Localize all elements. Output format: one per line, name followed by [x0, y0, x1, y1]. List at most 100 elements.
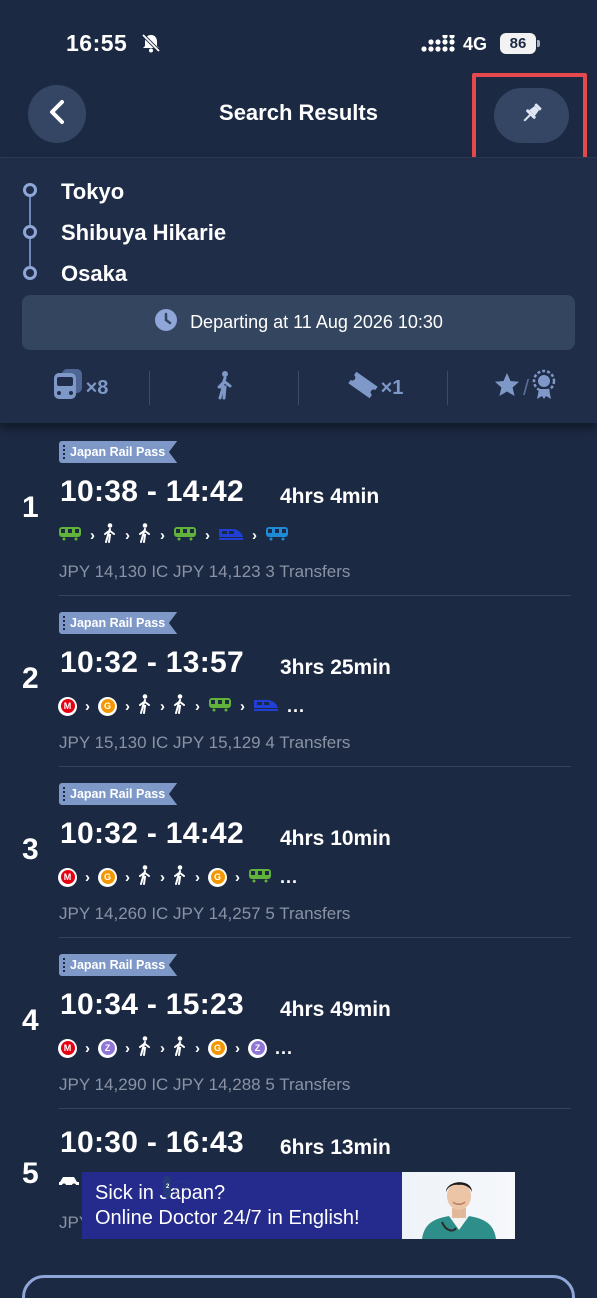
- ad-banner[interactable]: Sick in Japan? Online Doctor 24/7 in Eng…: [82, 1172, 515, 1239]
- jr-train-icon: [248, 867, 272, 888]
- stop-dot-destination: [23, 266, 37, 280]
- result-time: 10:32 - 13:57: [60, 646, 245, 679]
- signal-icon: [421, 33, 455, 58]
- fare-count: ×1: [380, 376, 404, 399]
- walking-icon: [138, 522, 152, 548]
- metro-line-badge: M: [58, 696, 77, 716]
- result-duration: 3hrs 25min: [280, 656, 391, 679]
- result-index: 5: [22, 1157, 39, 1190]
- stop-origin[interactable]: Tokyo: [61, 179, 124, 205]
- filter-divider: [298, 371, 299, 405]
- filter-divider: [149, 371, 150, 405]
- route-legs: M › Z › › › G › Z ...: [58, 1035, 294, 1061]
- chevron-right-icon: ›: [195, 1039, 200, 1057]
- departure-time-button[interactable]: Departing at 11 Aug 2026 10:30: [22, 295, 575, 350]
- walking-icon: [138, 864, 152, 890]
- filter-fare[interactable]: ×1: [325, 363, 425, 413]
- result-time: 10:30 - 16:43: [60, 1126, 245, 1159]
- shinkansen-icon: [253, 696, 279, 717]
- stop-dot-via: [23, 225, 37, 239]
- filter-divider: [447, 371, 448, 405]
- result-card[interactable]: Japan Rail Pass 3 10:32 - 14:42 4hrs 10m…: [0, 767, 597, 938]
- ad-line-1: Sick in Japan?: [95, 1182, 226, 1204]
- result-index: 4: [22, 1004, 39, 1037]
- result-time: 10:32 - 14:42: [60, 817, 245, 850]
- result-duration: 4hrs 10min: [280, 827, 391, 850]
- walking-icon: [138, 693, 152, 719]
- filter-walk[interactable]: [175, 363, 275, 413]
- walking-icon: [173, 693, 187, 719]
- svg-text:DOCTOR: DOCTOR: [174, 1185, 192, 1190]
- ad-line-2: Online Doctor 24/7 in English!: [95, 1207, 360, 1229]
- result-time: 10:34 - 15:23: [60, 988, 245, 1021]
- bell-slash-icon: [140, 33, 162, 58]
- route-summary: Tokyo Shibuya Hikarie Osaka Departing at…: [0, 158, 597, 423]
- walking-icon: [138, 1035, 152, 1061]
- train-icon: [52, 367, 84, 409]
- result-duration: 6hrs 13min: [280, 1136, 391, 1159]
- more-legs: ...: [287, 695, 306, 716]
- jr-pass-badge: Japan Rail Pass: [59, 441, 178, 463]
- hanzomon-line-badge: Z: [98, 1038, 117, 1058]
- bottom-card[interactable]: [22, 1275, 575, 1298]
- route-legs: M › G › › › G › ...: [58, 864, 298, 890]
- walking-icon: [173, 1035, 187, 1061]
- ad-text: Sick in Japan? Online Doctor 24/7 in Eng…: [95, 1181, 360, 1231]
- filter-separator: /: [522, 375, 530, 400]
- chevron-right-icon: ›: [125, 868, 130, 886]
- transport-count: ×8: [85, 376, 109, 399]
- chevron-right-icon: ›: [85, 697, 90, 715]
- svg-text:24: 24: [174, 1191, 179, 1196]
- route-legs: M › G › › › › ...: [58, 693, 306, 719]
- result-fare: JPY 14,260 IC JPY 14,257 5 Transfers: [59, 904, 351, 923]
- result-time: 10:38 - 14:42: [60, 475, 245, 508]
- hotel-de-doctor-logo: 2 HOTEL de DOCTOR 24: [163, 1176, 197, 1200]
- status-bar: 16:55 4G 86: [0, 0, 597, 80]
- ginza-line-badge: G: [208, 1038, 227, 1058]
- filter-favorites[interactable]: /: [480, 363, 570, 413]
- route-legs: [58, 1172, 80, 1194]
- jr-train-icon: [173, 525, 197, 546]
- jr-train-icon: [208, 696, 232, 717]
- filter-transport[interactable]: ×8: [30, 363, 130, 413]
- result-card[interactable]: Japan Rail Pass 1 10:38 - 14:42 4hrs 4mi…: [0, 425, 597, 596]
- metro-line-badge: M: [58, 867, 77, 887]
- chevron-right-icon: ›: [195, 697, 200, 715]
- ginza-line-badge: G: [98, 696, 117, 716]
- chevron-right-icon: ›: [160, 526, 165, 544]
- car-icon: [58, 1174, 80, 1193]
- walking-icon: [214, 370, 236, 406]
- chevron-right-icon: ›: [125, 1039, 130, 1057]
- chevron-right-icon: ›: [125, 526, 130, 544]
- chevron-right-icon: ›: [90, 526, 95, 544]
- chevron-right-icon: ›: [160, 1039, 165, 1057]
- result-index: 1: [22, 491, 39, 524]
- shinkansen-icon: [218, 525, 244, 546]
- more-legs: ...: [275, 1037, 294, 1058]
- chevron-right-icon: ›: [160, 697, 165, 715]
- jr-pass-badge: Japan Rail Pass: [59, 954, 178, 976]
- chevron-right-icon: ›: [252, 526, 257, 544]
- filter-bar: ×8 ×1 /: [0, 363, 597, 413]
- battery-indicator: 86: [500, 33, 540, 54]
- ticket-icon: [347, 371, 379, 405]
- chevron-right-icon: ›: [85, 868, 90, 886]
- doctor-image: [402, 1172, 515, 1239]
- ginza-line-badge: G: [98, 867, 117, 887]
- chevron-right-icon: ›: [240, 697, 245, 715]
- result-index: 2: [22, 662, 39, 695]
- network-type: 4G: [463, 34, 488, 54]
- chevron-right-icon: ›: [85, 1039, 90, 1057]
- stop-via[interactable]: Shibuya Hikarie: [61, 220, 226, 246]
- chevron-right-icon: ›: [125, 697, 130, 715]
- stop-destination[interactable]: Osaka: [61, 261, 127, 287]
- result-card[interactable]: Japan Rail Pass 4 10:34 - 15:23 4hrs 49m…: [0, 938, 597, 1109]
- stop-dot-origin: [23, 183, 37, 197]
- route-legs: › › › › ›: [58, 522, 289, 548]
- result-fare: JPY 15,130 IC JPY 15,129 4 Transfers: [59, 733, 351, 752]
- departure-label: Departing at 11 Aug 2026 10:30: [190, 312, 443, 332]
- result-fare: JPY 14,130 IC JPY 14,123 3 Transfers: [59, 562, 351, 581]
- metro-line-badge: M: [58, 1038, 77, 1058]
- jr-pass-badge: Japan Rail Pass: [59, 612, 178, 634]
- result-card[interactable]: Japan Rail Pass 2 10:32 - 13:57 3hrs 25m…: [0, 596, 597, 767]
